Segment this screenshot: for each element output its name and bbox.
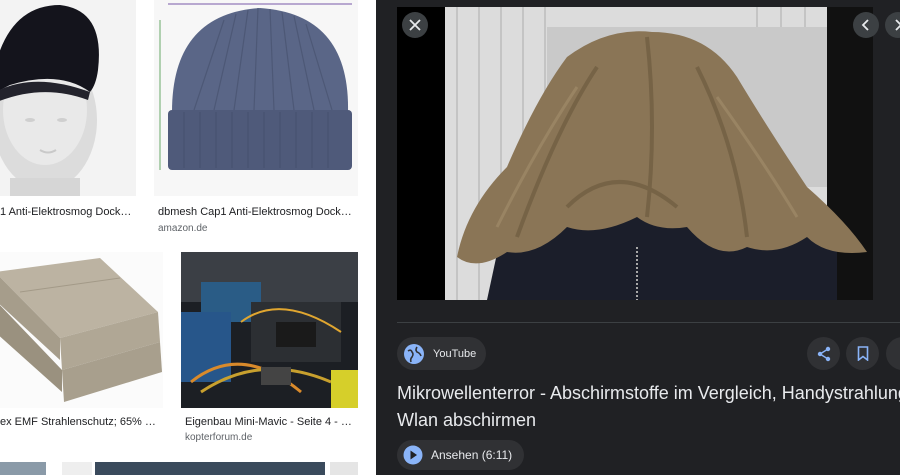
divider	[397, 322, 900, 323]
globe-icon	[404, 343, 424, 364]
result-title-2[interactable]: dbmesh Cap1 Anti-Elektrosmog Dock…	[158, 206, 358, 218]
preview-image[interactable]	[397, 7, 873, 300]
save-button[interactable]	[846, 337, 879, 370]
watch-button[interactable]: Ansehen (6:11)	[397, 440, 525, 470]
result-thumbnail-2[interactable]	[154, 0, 358, 196]
close-button[interactable]	[402, 12, 428, 38]
result-title-1[interactable]: 1 Anti-Elektrosmog Dock…	[0, 206, 136, 218]
person-covered-with-shielding-fabric-image	[397, 7, 873, 300]
result-source-2: amazon.de	[158, 223, 208, 234]
result-source-4: kopterforum.de	[185, 432, 253, 443]
source-label: YouTube	[433, 347, 477, 360]
result-thumbnail-8[interactable]	[330, 462, 358, 475]
close-icon	[409, 19, 421, 31]
result-page-title[interactable]: Mikrowellenterror - Abschirmstoffe im Ve…	[397, 380, 900, 434]
share-button[interactable]	[807, 337, 840, 370]
result-thumbnail-4[interactable]	[181, 252, 358, 408]
result-thumbnail-5[interactable]	[0, 462, 46, 475]
result-thumbnail-1[interactable]	[0, 0, 136, 196]
result-title-3[interactable]: ex EMF Strahlenschutz; 65% Si…	[0, 416, 160, 428]
source-chip[interactable]: YouTube	[397, 337, 487, 370]
electronics-image	[181, 252, 358, 408]
chevron-left-icon	[861, 19, 869, 31]
chevron-right-icon	[895, 19, 900, 31]
play-icon	[403, 445, 423, 465]
share-icon	[817, 346, 830, 361]
result-tile-1[interactable]: 1 Anti-Elektrosmog Dock…	[0, 0, 136, 240]
mannequin-head-image	[0, 0, 136, 196]
result-tile-2[interactable]: dbmesh Cap1 Anti-Elektrosmog Dock… amazo…	[154, 0, 358, 240]
previous-result-button[interactable]	[853, 12, 879, 38]
watch-label: Ansehen (6:11)	[431, 448, 513, 462]
image-results-grid: 1 Anti-Elektrosmog Dock… dbmesh Cap1 Ant…	[0, 0, 376, 475]
fabric-image	[0, 252, 163, 408]
result-thumbnail-6[interactable]	[62, 462, 92, 475]
beanie-image	[154, 0, 358, 196]
bookmark-icon	[857, 346, 868, 361]
result-tile-4[interactable]: Eigenbau Mini-Mavic - Seite 4 - E… kopte…	[181, 252, 358, 452]
result-thumbnail-7[interactable]	[95, 462, 325, 475]
result-tile-3[interactable]: ex EMF Strahlenschutz; 65% Si…	[0, 252, 163, 452]
result-thumbnail-3[interactable]	[0, 252, 163, 408]
result-title-4[interactable]: Eigenbau Mini-Mavic - Seite 4 - E…	[185, 416, 358, 428]
